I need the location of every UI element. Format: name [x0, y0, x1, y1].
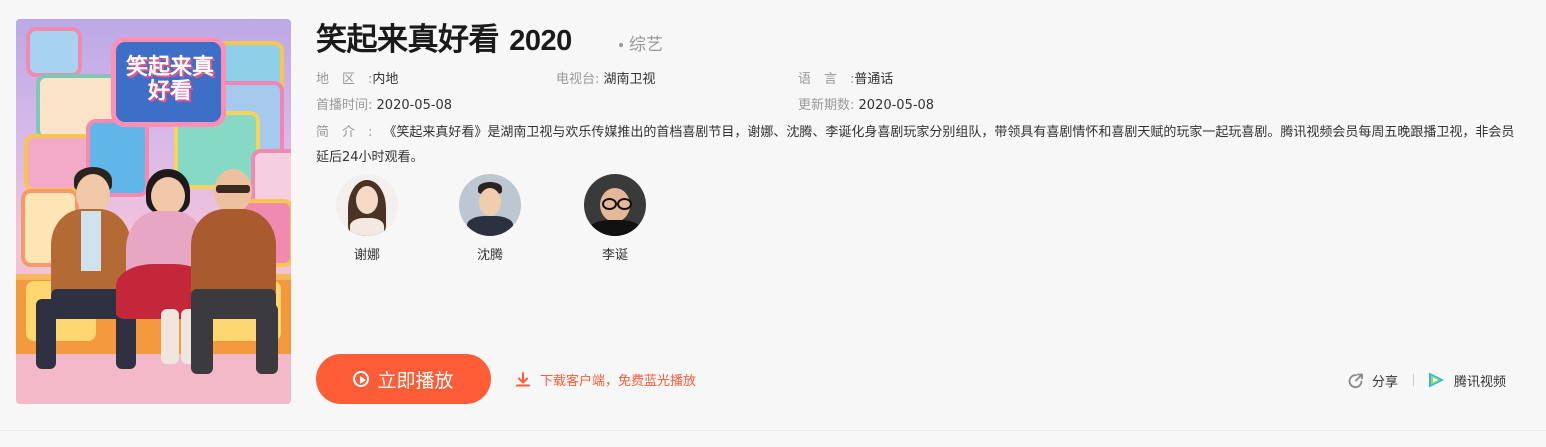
meta-update-value: 2020-05-08 [858, 98, 935, 113]
play-circle-icon [353, 371, 370, 387]
share-button[interactable]: 分享 [1347, 371, 1398, 390]
cast-member[interactable]: 沈腾 [450, 174, 530, 263]
show-title-text: 笑起来真好看 [316, 22, 500, 58]
meta-station-value[interactable]: 湖南卫视 [604, 72, 656, 87]
meta-premiere: 首播时间: 2020-05-08 [316, 94, 452, 113]
cast-member[interactable]: 谢娜 [327, 174, 407, 263]
description-label: 简介: [316, 125, 386, 140]
poster-logo-text: 笑起来真好看 [125, 55, 214, 104]
meta-update: 更新期数: 2020-05-08 [798, 94, 934, 113]
cast-avatar[interactable] [459, 174, 521, 236]
cast-avatar[interactable] [336, 174, 398, 236]
cast-name[interactable]: 谢娜 [327, 244, 407, 263]
divider [1413, 374, 1414, 386]
share-label: 分享 [1372, 375, 1399, 390]
meta-region-value: 内地 [372, 72, 399, 87]
show-category[interactable]: 综艺 [619, 30, 663, 55]
tencent-video-label: 腾讯视频 [1454, 374, 1507, 390]
show-category-label: 综艺 [629, 35, 663, 55]
tencent-video-link[interactable]: 腾讯视频 [1426, 370, 1506, 390]
description-text: 《笑起来真好看》是湖南卫视与欢乐传媒推出的首档喜剧节目，谢娜、沈腾、李诞化身喜剧… [316, 125, 1515, 165]
bottom-divider [0, 430, 1546, 431]
cast-name[interactable]: 李诞 [575, 244, 655, 263]
show-title: 笑起来真好看 2020 [316, 14, 572, 59]
meta-station: 电视台: 湖南卫视 [556, 68, 656, 87]
meta-update-label: 更新期数: [798, 98, 855, 113]
cast-name[interactable]: 沈腾 [450, 244, 530, 263]
play-now-label: 立即播放 [377, 369, 454, 392]
meta-premiere-value: 2020-05-08 [376, 98, 453, 113]
meta-station-label: 电视台: [556, 72, 600, 87]
meta-premiere-label: 首播时间: [316, 98, 373, 113]
show-year: 2020 [509, 25, 572, 57]
download-client-link[interactable]: 下载客户端，免费蓝光播放 [514, 370, 696, 389]
download-icon [516, 371, 530, 386]
play-now-button[interactable]: 立即播放 [316, 354, 491, 404]
download-client-label: 下载客户端，免费蓝光播放 [540, 374, 697, 389]
share-icon [1348, 373, 1363, 388]
show-detail-panel: 笑起来真好看 笑起来真好看 2020 综艺 地区:内地 电视台: 湖南卫视 语言… [0, 0, 1546, 447]
show-poster[interactable]: 笑起来真好看 [16, 19, 291, 404]
meta-region: 地区:内地 [316, 68, 398, 87]
bullet-dot-icon [619, 43, 623, 47]
cast-member[interactable]: 李诞 [575, 174, 655, 263]
meta-language-value: 普通话 [854, 72, 894, 87]
meta-language: 语言:普通话 [798, 68, 893, 87]
tencent-video-logo-icon [1429, 372, 1444, 388]
show-description: 简介:《笑起来真好看》是湖南卫视与欢乐传媒推出的首档喜剧节目，谢娜、沈腾、李诞化… [316, 120, 1521, 170]
poster-logo-tv: 笑起来真好看 [111, 37, 226, 127]
cast-avatar[interactable] [584, 174, 646, 236]
